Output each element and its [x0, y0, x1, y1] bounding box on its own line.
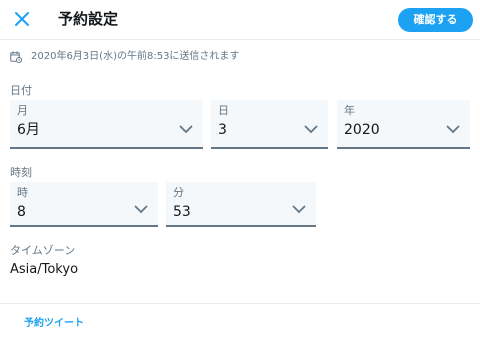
day-select-label: 日	[218, 104, 229, 117]
confirm-button[interactable]: 確認する	[398, 8, 473, 32]
time-section-label: 時刻	[10, 166, 32, 179]
month-select-label: 月	[17, 104, 28, 117]
minute-select-label: 分	[173, 186, 184, 199]
close-button[interactable]	[13, 10, 31, 28]
date-section-label: 日付	[10, 84, 32, 97]
minute-select-value: 53	[173, 204, 191, 220]
chevron-down-icon	[304, 125, 318, 134]
timezone-label: タイムゾーン	[10, 244, 76, 257]
modal-header: 予約設定 確認する	[0, 0, 480, 40]
chevron-down-icon	[179, 125, 193, 134]
year-select[interactable]: 年 2020	[337, 100, 470, 149]
hour-select-label: 時	[17, 186, 28, 199]
day-select-value: 3	[218, 122, 227, 138]
calendar-clock-icon	[10, 51, 22, 63]
chevron-down-icon	[134, 205, 148, 214]
minute-select[interactable]: 分 53	[166, 182, 316, 227]
day-select[interactable]: 日 3	[211, 100, 328, 149]
schedule-text: 2020年6月3日(水)の午前8:53に送信されます	[31, 51, 240, 62]
month-select-value: 6月	[17, 122, 40, 138]
footer-divider	[0, 303, 480, 304]
scheduled-tweets-link[interactable]: 予約ツイート	[24, 317, 84, 331]
chevron-down-icon	[292, 205, 306, 214]
timezone-value: Asia/Tokyo	[10, 262, 79, 277]
month-select[interactable]: 月 6月	[10, 100, 203, 149]
year-select-label: 年	[344, 104, 355, 117]
close-icon	[15, 12, 29, 26]
year-select-value: 2020	[344, 122, 380, 138]
page-title: 予約設定	[58, 10, 119, 28]
hour-select[interactable]: 時 8	[10, 182, 158, 227]
hour-select-value: 8	[17, 204, 26, 220]
chevron-down-icon	[446, 125, 460, 134]
